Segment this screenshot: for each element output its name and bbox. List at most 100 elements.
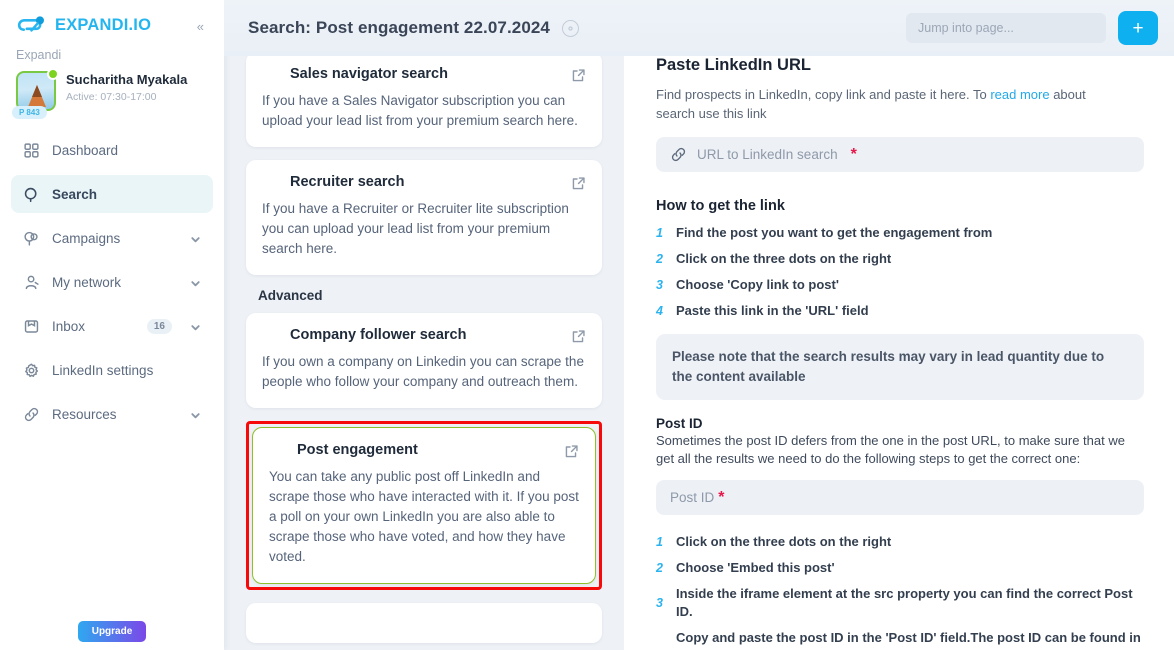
- upgrade-button[interactable]: Upgrade: [77, 621, 147, 642]
- card-description: You can take any public post off LinkedI…: [269, 469, 579, 564]
- gear-icon: [23, 362, 40, 379]
- card-title: Post engagement: [297, 442, 418, 458]
- chevron-down-icon[interactable]: [190, 321, 201, 332]
- topbar-right: +: [906, 11, 1158, 45]
- profile-active-hours: Active: 07:30-17:00: [66, 91, 157, 104]
- chevron-down-icon[interactable]: [190, 409, 201, 420]
- plan-badge: P 843: [12, 106, 47, 119]
- post-id-description: Sometimes the post ID defers from the on…: [656, 433, 1125, 466]
- inbox-count-badge: 16: [146, 318, 172, 334]
- sidebar-item-inbox[interactable]: Inbox 16: [11, 307, 213, 345]
- sidebar-item-search[interactable]: Search: [11, 175, 213, 213]
- required-asterisk: *: [850, 145, 857, 163]
- detail-subtext: Find prospects in LinkedIn, copy link an…: [656, 85, 1086, 123]
- card-recruiter-search[interactable]: Recruiter search If you have a Recruiter…: [246, 160, 602, 275]
- sidebar-item-label: My network: [52, 274, 122, 290]
- step-number: 3: [656, 278, 663, 292]
- sidebar-item-my-network[interactable]: My network: [11, 263, 213, 301]
- step-text: Inside the iframe element at the src pro…: [676, 586, 1133, 619]
- list-item: 4 Paste this link in the 'URL' field: [656, 302, 1144, 320]
- inbox-icon: [23, 318, 40, 335]
- sidebar-item-label: LinkedIn settings: [52, 362, 154, 378]
- external-link-icon[interactable]: [571, 68, 586, 83]
- search-types-panel: Sales navigator search If you have a Sal…: [224, 40, 624, 650]
- card-header: Recruiter search: [262, 174, 586, 191]
- external-link-icon[interactable]: [571, 329, 586, 344]
- external-link-icon[interactable]: [571, 176, 586, 191]
- chevron-down-icon[interactable]: [190, 233, 201, 244]
- add-new-button[interactable]: +: [1118, 11, 1158, 45]
- list-item: 1 Click on the three dots on the right: [656, 533, 1144, 551]
- detail-subtext-before: Find prospects in LinkedIn, copy link an…: [656, 87, 991, 102]
- step-text: Choose 'Embed this post': [676, 560, 835, 575]
- list-item: 2 Choose 'Embed this post': [656, 559, 1144, 577]
- list-item: 1 Find the post you want to get the enga…: [656, 224, 1144, 242]
- card-sales-navigator-search[interactable]: Sales navigator search If you have a Sal…: [246, 52, 602, 147]
- card-description: If you have a Recruiter or Recruiter lit…: [262, 201, 569, 256]
- search-icon: [23, 186, 40, 203]
- selection-highlight-box: Post engagement You can take any public …: [246, 421, 602, 590]
- topbar: Search: Post engagement 22.07.2024 +: [224, 0, 1174, 56]
- sidebar-collapse-button[interactable]: «: [193, 17, 208, 36]
- card-company-follower-search[interactable]: Company follower search If you own a com…: [246, 313, 602, 408]
- sidebar-item-label: Inbox: [52, 318, 86, 334]
- upgrade-container: Upgrade: [0, 621, 224, 642]
- card-next-partial[interactable]: [246, 603, 602, 643]
- step-text: Copy and paste the post ID in the 'Post …: [676, 630, 1141, 650]
- sidebar-item-campaigns[interactable]: Campaigns: [11, 219, 213, 257]
- step-text: Choose 'Copy link to post': [676, 277, 839, 292]
- step-text: Paste this link in the 'URL' field: [676, 303, 869, 318]
- sidebar-item-dashboard[interactable]: Dashboard: [11, 131, 213, 169]
- content-area: Sales navigator search If you have a Sal…: [224, 40, 1174, 650]
- profile-name: Sucharitha Myakala: [66, 72, 188, 87]
- post-id-steps-list: 1 Click on the three dots on the right 2…: [656, 533, 1144, 650]
- read-more-link[interactable]: read more: [990, 87, 1049, 102]
- sidebar-item-label: Campaigns: [52, 230, 121, 246]
- card-description: If you own a company on Linkedin you can…: [262, 354, 584, 389]
- card-header: Sales navigator search: [262, 66, 586, 83]
- how-to-get-link-heading: How to get the link: [656, 198, 785, 214]
- step-number: 1: [656, 226, 663, 240]
- dashboard-icon: [23, 142, 40, 159]
- detail-panel: Paste LinkedIn URL Find prospects in Lin…: [624, 40, 1174, 650]
- online-status-dot: [47, 68, 59, 80]
- detail-heading: Paste LinkedIn URL: [656, 56, 811, 74]
- card-header: Post engagement: [269, 442, 579, 459]
- url-to-linkedin-search-input[interactable]: URL to LinkedIn search *: [656, 137, 1144, 172]
- post-id-input[interactable]: Post ID *: [656, 480, 1144, 515]
- url-field-placeholder: URL to LinkedIn search: [697, 147, 838, 162]
- app-logo[interactable]: EXPANDI.IO: [16, 14, 151, 36]
- link-icon: [23, 406, 40, 423]
- info-icon[interactable]: [562, 19, 579, 37]
- card-post-engagement[interactable]: Post engagement You can take any public …: [252, 427, 596, 584]
- page-title: Search: Post engagement 22.07.2024: [248, 18, 550, 37]
- profile-card[interactable]: P 843 Sucharitha Myakala Active: 07:30-1…: [0, 62, 224, 119]
- card-description: If you have a Sales Navigator subscripti…: [262, 93, 578, 128]
- app-root: EXPANDI.IO « Expandi P 843 Sucharitha My…: [0, 0, 1174, 650]
- card-title: Sales navigator search: [290, 66, 448, 82]
- step-number: 1: [656, 535, 663, 549]
- list-item: 3 Inside the iframe element at the src p…: [656, 585, 1144, 621]
- step-text: Click on the three dots on the right: [676, 534, 892, 549]
- jump-into-page-input[interactable]: [906, 13, 1106, 43]
- organization-name: Expandi: [16, 48, 62, 62]
- section-label-advanced: Advanced: [258, 288, 323, 303]
- sidebar-item-linkedin-settings[interactable]: LinkedIn settings: [11, 351, 213, 389]
- sidebar: EXPANDI.IO « Expandi P 843 Sucharitha My…: [0, 0, 224, 650]
- campaigns-icon: [23, 230, 40, 247]
- sidebar-item-resources[interactable]: Resources: [11, 395, 213, 433]
- post-id-heading: Post ID: [656, 416, 703, 431]
- required-asterisk: *: [718, 488, 725, 506]
- list-item: Copy and paste the post ID in the 'Post …: [656, 629, 1144, 650]
- network-icon: [23, 274, 40, 291]
- step-text: Click on the three dots on the right: [676, 251, 892, 266]
- list-item: 3 Choose 'Copy link to post': [656, 276, 1144, 294]
- step-number: 3: [656, 596, 663, 610]
- note-box: Please note that the search results may …: [656, 334, 1144, 400]
- step-number: 4: [656, 304, 663, 318]
- how-to-steps-list: 1 Find the post you want to get the enga…: [656, 224, 1144, 320]
- external-link-icon[interactable]: [564, 444, 579, 459]
- chevron-down-icon[interactable]: [190, 277, 201, 288]
- card-title: Company follower search: [290, 327, 467, 343]
- expandi-logo-icon: [16, 14, 50, 36]
